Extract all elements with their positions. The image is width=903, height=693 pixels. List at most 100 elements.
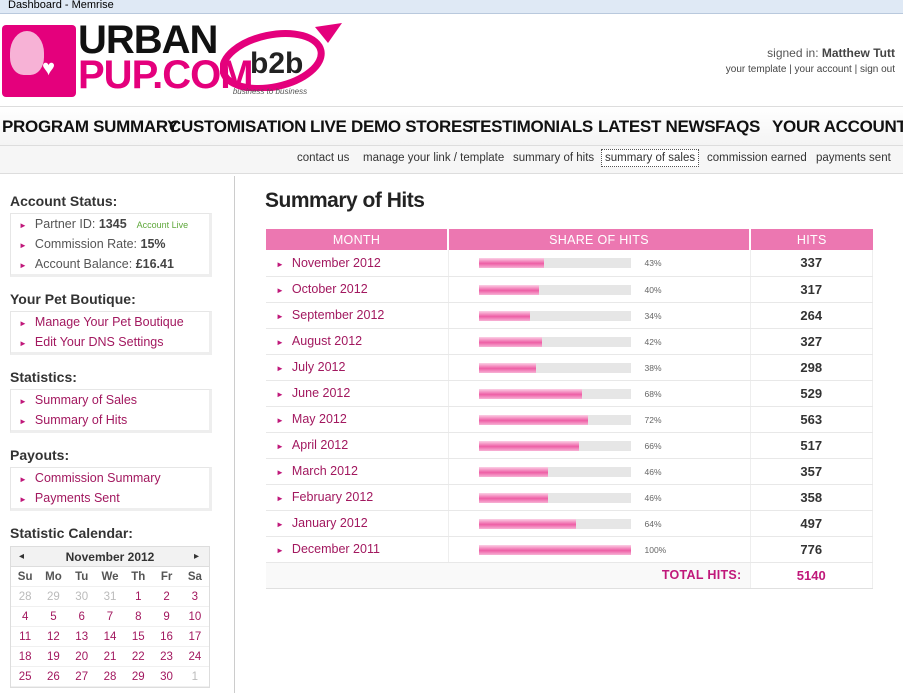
bullet-arrow-icon: ► <box>276 286 284 295</box>
hits-value: 264 <box>749 302 873 329</box>
share-bar <box>478 466 631 477</box>
calendar-day[interactable]: 30 <box>152 667 181 687</box>
calendar-day: 1 <box>180 667 209 687</box>
urbanpup-logo[interactable]: ♥ URBAN PUP.COM <box>2 20 254 99</box>
share-bar <box>478 388 631 399</box>
calendar-day[interactable]: 17 <box>180 627 209 647</box>
sidebar-divider <box>234 176 235 693</box>
manage-pet-boutique-link[interactable]: ► Manage Your Pet Boutique <box>11 312 209 332</box>
your-account-link[interactable]: your account <box>795 64 852 75</box>
table-row: ► September 2012 34% 264 <box>266 302 873 329</box>
calendar-day[interactable]: 29 <box>124 667 153 687</box>
month-link[interactable]: ► November 2012 <box>266 250 449 277</box>
month-link[interactable]: ► January 2012 <box>266 510 449 537</box>
share-bar-fill <box>478 388 582 399</box>
calendar-day[interactable]: 19 <box>39 647 68 667</box>
calendar-day[interactable]: 8 <box>124 607 153 627</box>
commission-rate-row: ► Commission Rate: 15% <box>19 237 166 251</box>
share-bar-fill <box>478 440 579 451</box>
calendar-day[interactable]: 5 <box>39 607 68 627</box>
calendar-day[interactable]: 23 <box>152 647 181 667</box>
calendar-day[interactable]: 11 <box>11 627 40 647</box>
month-link[interactable]: ► July 2012 <box>266 354 449 381</box>
month-link[interactable]: ► December 2011 <box>266 536 449 563</box>
calendar-day[interactable]: 9 <box>152 607 181 627</box>
subnav-payments-sent[interactable]: payments sent <box>816 152 891 164</box>
calendar-grid: Su Mo Tu We Th Fr Sa 28 29 30 31 1 2 3 4 5 6 7 8 9 10 11 12 13 1… <box>11 567 209 687</box>
share-bar <box>478 518 631 529</box>
month-link[interactable]: ► August 2012 <box>266 328 449 355</box>
b2b-logo: b2b business to business <box>219 21 345 103</box>
hits-value: 357 <box>749 458 873 485</box>
calendar-day[interactable]: 21 <box>95 647 125 667</box>
subnav-manage-link[interactable]: manage your link / template <box>363 152 504 164</box>
calendar-day[interactable]: 20 <box>67 647 96 667</box>
total-hits-value: 5140 <box>750 562 873 589</box>
subnav-commission-earned[interactable]: commission earned <box>707 152 807 164</box>
share-bar-fill <box>478 362 537 373</box>
page-title: Summary of Hits <box>265 189 425 212</box>
subnav-contact-us[interactable]: contact us <box>297 152 349 164</box>
calendar-day[interactable]: 2 <box>152 587 181 607</box>
hits-value: 298 <box>749 354 873 381</box>
calendar-day[interactable]: 13 <box>67 627 96 647</box>
month-link[interactable]: ► May 2012 <box>266 406 449 433</box>
calendar-day[interactable]: 15 <box>124 627 153 647</box>
nav-latest-news[interactable]: LATEST NEWS <box>598 117 716 137</box>
calendar-day[interactable]: 28 <box>95 667 125 687</box>
share-percent: 46% <box>644 466 662 477</box>
share-bar <box>478 362 631 373</box>
bullet-arrow-icon: ► <box>19 241 27 250</box>
nav-faqs[interactable]: FAQS <box>715 117 760 137</box>
calendar-day[interactable]: 14 <box>95 627 125 647</box>
calendar-day[interactable]: 16 <box>152 627 181 647</box>
nav-your-account[interactable]: YOUR ACCOUNT <box>772 117 903 137</box>
share-bar-fill <box>478 284 540 295</box>
payments-sent-link[interactable]: ► Payments Sent <box>11 488 209 508</box>
pet-boutique-title: Your Pet Boutique: <box>10 291 136 307</box>
share-cell: 72% <box>448 406 751 433</box>
calendar-day[interactable]: 22 <box>124 647 153 667</box>
your-template-link[interactable]: your template <box>726 64 787 75</box>
calendar-day[interactable]: 12 <box>39 627 68 647</box>
table-row: ► November 2012 43% 337 <box>266 250 873 277</box>
subnav-summary-of-hits[interactable]: summary of hits <box>513 152 594 164</box>
month-link[interactable]: ► September 2012 <box>266 302 449 329</box>
calendar-day[interactable]: 3 <box>180 587 209 607</box>
nav-live-demo-stores[interactable]: LIVE DEMO STORES <box>310 117 473 137</box>
sign-out-link[interactable]: sign out <box>860 64 895 75</box>
month-link[interactable]: ► April 2012 <box>266 432 449 459</box>
calendar-day[interactable]: 10 <box>180 607 209 627</box>
bullet-arrow-icon: ► <box>276 546 284 555</box>
nav-testimonials[interactable]: TESTIMONIALS <box>470 117 593 137</box>
prev-month-icon[interactable]: ◂ <box>19 547 24 567</box>
edit-dns-settings-link[interactable]: ► Edit Your DNS Settings <box>11 332 209 352</box>
month-link[interactable]: ► February 2012 <box>266 484 449 511</box>
subnav-summary-of-sales[interactable]: summary of sales <box>601 149 700 167</box>
calendar-day[interactable]: 26 <box>39 667 68 687</box>
nav-program-summary[interactable]: PROGRAM SUMMARY <box>2 117 179 137</box>
calendar-day[interactable]: 24 <box>180 647 209 667</box>
month-link[interactable]: ► June 2012 <box>266 380 449 407</box>
calendar-day[interactable]: 18 <box>11 647 40 667</box>
summary-of-sales-link[interactable]: ► Summary of Sales <box>11 390 209 410</box>
next-month-icon[interactable]: ▸ <box>194 547 199 567</box>
calendar-day[interactable]: 4 <box>11 607 40 627</box>
calendar-day[interactable]: 25 <box>11 667 40 687</box>
commission-summary-link[interactable]: ► Commission Summary <box>11 468 209 488</box>
month-link[interactable]: ► October 2012 <box>266 276 449 303</box>
calendar-day[interactable]: 1 <box>124 587 153 607</box>
table-row: ► February 2012 46% 358 <box>266 484 873 511</box>
calendar-day[interactable]: 6 <box>67 607 96 627</box>
calendar-day[interactable]: 27 <box>67 667 96 687</box>
payouts-title: Payouts: <box>10 447 70 463</box>
summary-of-hits-link[interactable]: ► Summary of Hits <box>11 410 209 430</box>
share-percent: 66% <box>644 440 662 451</box>
month-link[interactable]: ► March 2012 <box>266 458 449 485</box>
calendar-day[interactable]: 7 <box>95 607 125 627</box>
bullet-arrow-icon: ► <box>19 339 27 348</box>
share-percent: 42% <box>644 336 662 347</box>
calendar-day: 30 <box>67 587 96 607</box>
nav-customisation[interactable]: CUSTOMISATION <box>169 117 306 137</box>
bullet-arrow-icon: ► <box>19 319 27 328</box>
